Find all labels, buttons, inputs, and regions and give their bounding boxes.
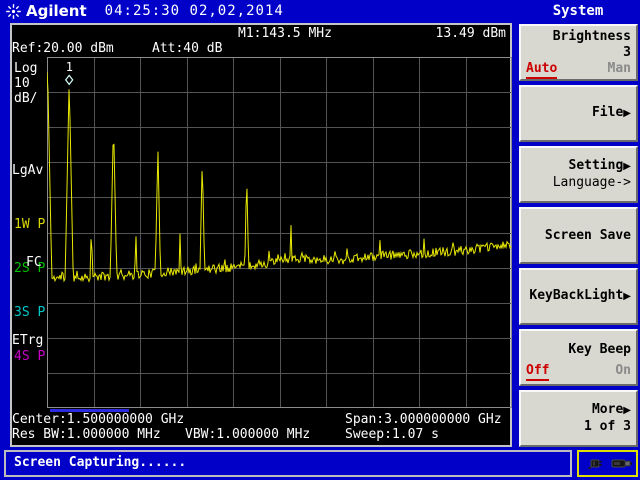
brand: Agilent	[6, 2, 87, 20]
key-beep-off-option[interactable]: Off	[526, 363, 549, 381]
softkey-setting[interactable]: Setting▶ Language->	[519, 146, 638, 203]
spectrum-svg: 1	[47, 57, 512, 408]
brightness-auto-option[interactable]: Auto	[526, 61, 557, 79]
file-label: File	[592, 105, 623, 120]
spectrum-display: M1:143.5 MHz 13.49 dBm Ref:20.00 dBm Att…	[10, 23, 512, 447]
submenu-arrow-icon: ▶	[623, 291, 631, 302]
status-bar: Screen Capturing......	[4, 450, 572, 477]
vbw: VBW:1.000000 MHz	[185, 428, 310, 442]
scale-per-div: 10	[14, 77, 30, 91]
submenu-arrow-icon: ▶	[623, 405, 631, 416]
datetime: 04:25:30 02,02,2014	[105, 3, 284, 19]
softkey-more[interactable]: More▶ 1 of 3	[519, 390, 638, 447]
power-plug-icon	[587, 457, 607, 470]
average-label: LgAv	[12, 164, 43, 178]
softkey-brightness[interactable]: Brightness 3 Auto Man	[519, 24, 638, 81]
softkey-menu: Brightness 3 Auto Man File▶ Setting▶ Lan…	[519, 24, 638, 451]
softkey-screen-save[interactable]: Screen Save	[519, 207, 638, 264]
center-freq: Center:1.500000000 GHz	[12, 413, 184, 427]
brightness-value: 3	[526, 45, 631, 61]
ext-trigger-indicator: ETrg	[12, 334, 43, 348]
instrument-screen: Agilent 04:25:30 02,02,2014 System M1:14…	[0, 0, 640, 480]
submenu-arrow-icon: ▶	[623, 161, 631, 172]
connection-indicator-box	[577, 450, 638, 477]
brightness-man-option[interactable]: Man	[608, 61, 631, 79]
keybacklight-label: KeyBackLight	[529, 288, 623, 303]
softkey-keybacklight[interactable]: KeyBackLight▶	[519, 268, 638, 325]
sweep-time: Sweep:1.07 s	[345, 428, 439, 442]
key-beep-on-option[interactable]: On	[615, 363, 631, 381]
marker-level: 13.49 dBm	[436, 27, 506, 41]
fc-indicator: FC	[26, 256, 42, 270]
brand-name: Agilent	[26, 2, 87, 20]
res-bw: Res BW:1.000000 MHz	[12, 428, 161, 442]
more-page-indicator: 1 of 3	[526, 419, 631, 435]
key-beep-label: Key Beep	[526, 342, 631, 358]
top-bar: Agilent 04:25:30 02,02,2014	[0, 0, 516, 22]
submenu-arrow-icon: ▶	[623, 108, 631, 119]
menu-title: System	[516, 0, 640, 22]
ref-level: Ref:20.00 dBm	[12, 42, 114, 56]
graticule: 1	[47, 57, 512, 408]
setting-label: Setting	[569, 158, 624, 173]
more-label: More	[592, 402, 623, 417]
brightness-label: Brightness	[526, 29, 631, 45]
scale-type-label: Log	[14, 62, 37, 76]
agilent-spark-icon	[6, 4, 21, 19]
usb-device-icon	[611, 457, 633, 470]
scale-unit: dB/	[14, 92, 37, 106]
span-freq: Span:3.000000000 GHz	[345, 413, 502, 427]
attenuation: Att:40 dB	[152, 42, 222, 56]
marker-readout: M1:143.5 MHz	[238, 27, 332, 41]
svg-text:1: 1	[66, 60, 73, 74]
status-message: Screen Capturing......	[14, 455, 186, 470]
setting-language-hint: Language->	[526, 175, 631, 191]
softkey-file[interactable]: File▶	[519, 85, 638, 142]
screen-save-label: Screen Save	[526, 228, 631, 244]
softkey-key-beep[interactable]: Key Beep Off On	[519, 329, 638, 386]
